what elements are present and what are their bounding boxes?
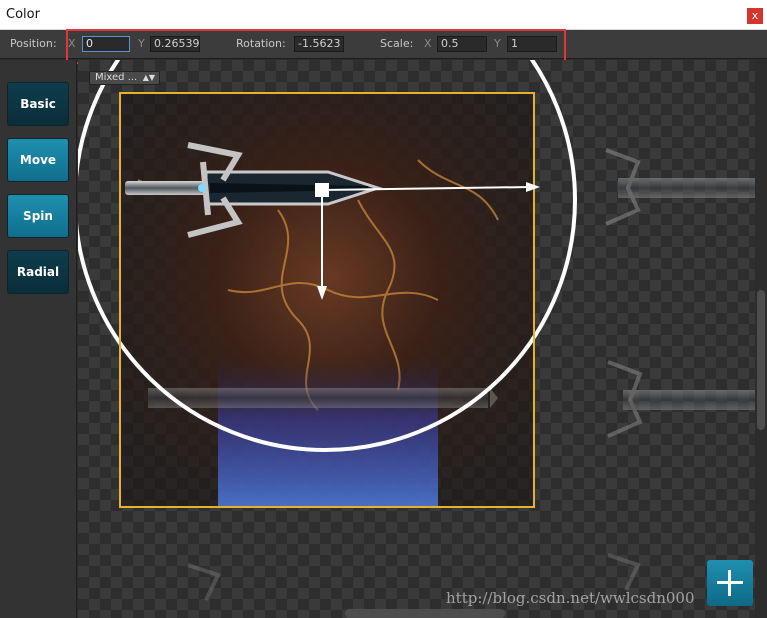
vertical-scroll-thumb[interactable] xyxy=(757,290,765,430)
horizontal-scroll-thumb[interactable] xyxy=(345,609,505,618)
scene-graphics xyxy=(78,60,755,601)
blue-flame xyxy=(218,360,438,507)
blend-mode-dropdown[interactable]: Mixed ... ▲▼ xyxy=(89,71,160,85)
dropdown-value: Mixed ... xyxy=(95,72,138,83)
plus-icon xyxy=(717,570,743,596)
ghost-sword-inner xyxy=(148,388,498,408)
sidebar-item-spin[interactable]: Spin xyxy=(7,194,69,238)
watermark-text: http://blog.csdn.net/wwlcsdn000 xyxy=(446,589,695,607)
position-label: Position: xyxy=(10,37,57,50)
toolbar-highlight-box xyxy=(66,29,566,64)
sidebar-item-basic[interactable]: Basic xyxy=(7,82,69,126)
gizmo-handle xyxy=(315,183,329,197)
add-button[interactable] xyxy=(707,560,753,606)
ghost-sword-right-mid xyxy=(607,360,755,438)
sidebar: Basic Move Spin Radial xyxy=(0,60,77,618)
sidebar-item-radial[interactable]: Radial xyxy=(7,250,69,294)
sidebar-item-move[interactable]: Move xyxy=(7,138,69,182)
window-title: Color xyxy=(6,7,40,22)
particle-canvas[interactable] xyxy=(78,60,755,618)
ghost-sword-right-top xyxy=(605,148,755,226)
dropdown-arrow-icon: ▲▼ xyxy=(142,73,155,82)
close-icon[interactable]: x xyxy=(747,8,763,24)
title-bar: Color x xyxy=(0,0,767,30)
